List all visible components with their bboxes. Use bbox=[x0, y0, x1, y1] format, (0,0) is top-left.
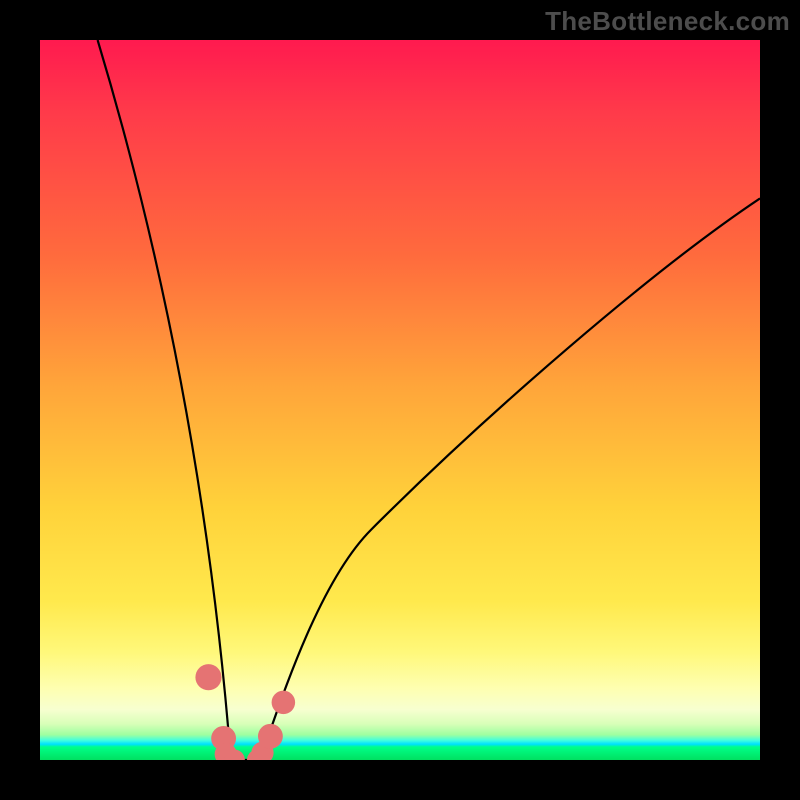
data-marker bbox=[195, 664, 221, 690]
bottleneck-curve-svg bbox=[40, 40, 760, 760]
chart-frame: TheBottleneck.com bbox=[0, 0, 800, 800]
marker-group bbox=[195, 664, 295, 760]
watermark-text: TheBottleneck.com bbox=[545, 6, 790, 37]
plot-area bbox=[40, 40, 760, 760]
v-curve-path bbox=[98, 40, 760, 760]
data-marker bbox=[258, 724, 283, 749]
data-marker bbox=[272, 691, 296, 715]
curve-group bbox=[98, 40, 760, 760]
